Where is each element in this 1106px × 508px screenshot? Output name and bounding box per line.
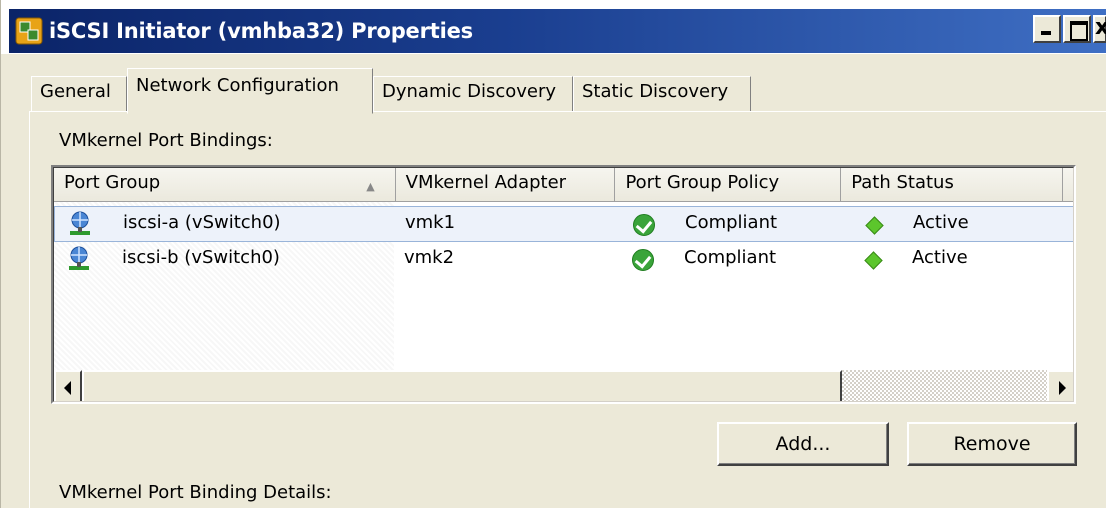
- column-label: Port Group: [64, 172, 161, 193]
- bindings-label: VMkernel Port Bindings:: [59, 130, 273, 151]
- window-title: iSCSI Initiator (vmhba32) Properties: [49, 19, 473, 43]
- window-controls: [1033, 15, 1106, 43]
- minimize-icon: [1035, 17, 1059, 41]
- port-group-policy: Compliant: [684, 247, 777, 268]
- table-row[interactable]: iscsi-a (vSwitch0) vmk1 Compliant Active: [54, 206, 1073, 242]
- add-button[interactable]: Add...: [717, 422, 889, 466]
- port-group-network-icon: [69, 211, 91, 235]
- scroll-left-button[interactable]: [54, 370, 82, 401]
- path-active-diamond-icon: [865, 216, 884, 235]
- path-status: Active: [912, 247, 968, 268]
- binding-details-label: VMkernel Port Binding Details:: [59, 482, 332, 503]
- path-status: Active: [913, 212, 969, 233]
- table-header: Port Group ▲ VMkernel Adapter Port Group…: [54, 168, 1073, 202]
- table-row[interactable]: iscsi-b (vSwitch0) vmk2 Compliant Active: [54, 242, 1073, 278]
- close-button[interactable]: [1093, 15, 1106, 43]
- vsphere-app-icon: [15, 17, 43, 45]
- scrollbar-thumb[interactable]: [82, 370, 842, 401]
- compliant-check-icon: [633, 214, 655, 236]
- tab-dynamic-discovery[interactable]: Dynamic Discovery: [373, 76, 573, 112]
- tab-general[interactable]: General: [31, 76, 127, 112]
- title-bar: iSCSI Initiator (vmhba32) Properties: [1, 0, 1106, 54]
- remove-button[interactable]: Remove: [907, 422, 1077, 466]
- sort-ascending-icon: ▲: [366, 180, 375, 193]
- close-icon: [1095, 15, 1106, 41]
- minimize-button[interactable]: [1033, 15, 1061, 43]
- column-header-vmkernel-adapter[interactable]: VMkernel Adapter: [395, 168, 616, 202]
- properties-dialog: iSCSI Initiator (vmhba32) Properties Gen…: [0, 0, 1106, 508]
- vmkernel-adapter: vmk2: [404, 247, 455, 268]
- column-header-path-status[interactable]: Path Status: [841, 168, 1063, 202]
- port-bindings-table: Port Group ▲ VMkernel Adapter Port Group…: [51, 165, 1076, 404]
- tab-network-configuration[interactable]: Network Configuration: [127, 68, 373, 114]
- column-header-port-group[interactable]: Port Group ▲: [54, 168, 396, 202]
- title-bar-inner[interactable]: iSCSI Initiator (vmhba32) Properties: [9, 9, 1106, 53]
- column-header-filler: [1063, 168, 1073, 202]
- compliant-check-icon: [632, 249, 654, 271]
- horizontal-scrollbar[interactable]: [54, 370, 1073, 401]
- tab-static-discovery[interactable]: Static Discovery: [573, 76, 751, 112]
- column-header-port-group-policy[interactable]: Port Group Policy: [615, 168, 842, 202]
- port-group-policy: Compliant: [685, 212, 778, 233]
- path-active-diamond-icon: [864, 251, 883, 270]
- port-group-name: iscsi-a (vSwitch0): [123, 212, 281, 233]
- maximize-icon: [1065, 17, 1089, 41]
- scroll-right-button[interactable]: [1047, 370, 1073, 401]
- port-group-name: iscsi-b (vSwitch0): [122, 247, 280, 268]
- port-group-network-icon: [68, 246, 90, 270]
- vmkernel-adapter: vmk1: [405, 212, 456, 233]
- maximize-button[interactable]: [1063, 15, 1091, 43]
